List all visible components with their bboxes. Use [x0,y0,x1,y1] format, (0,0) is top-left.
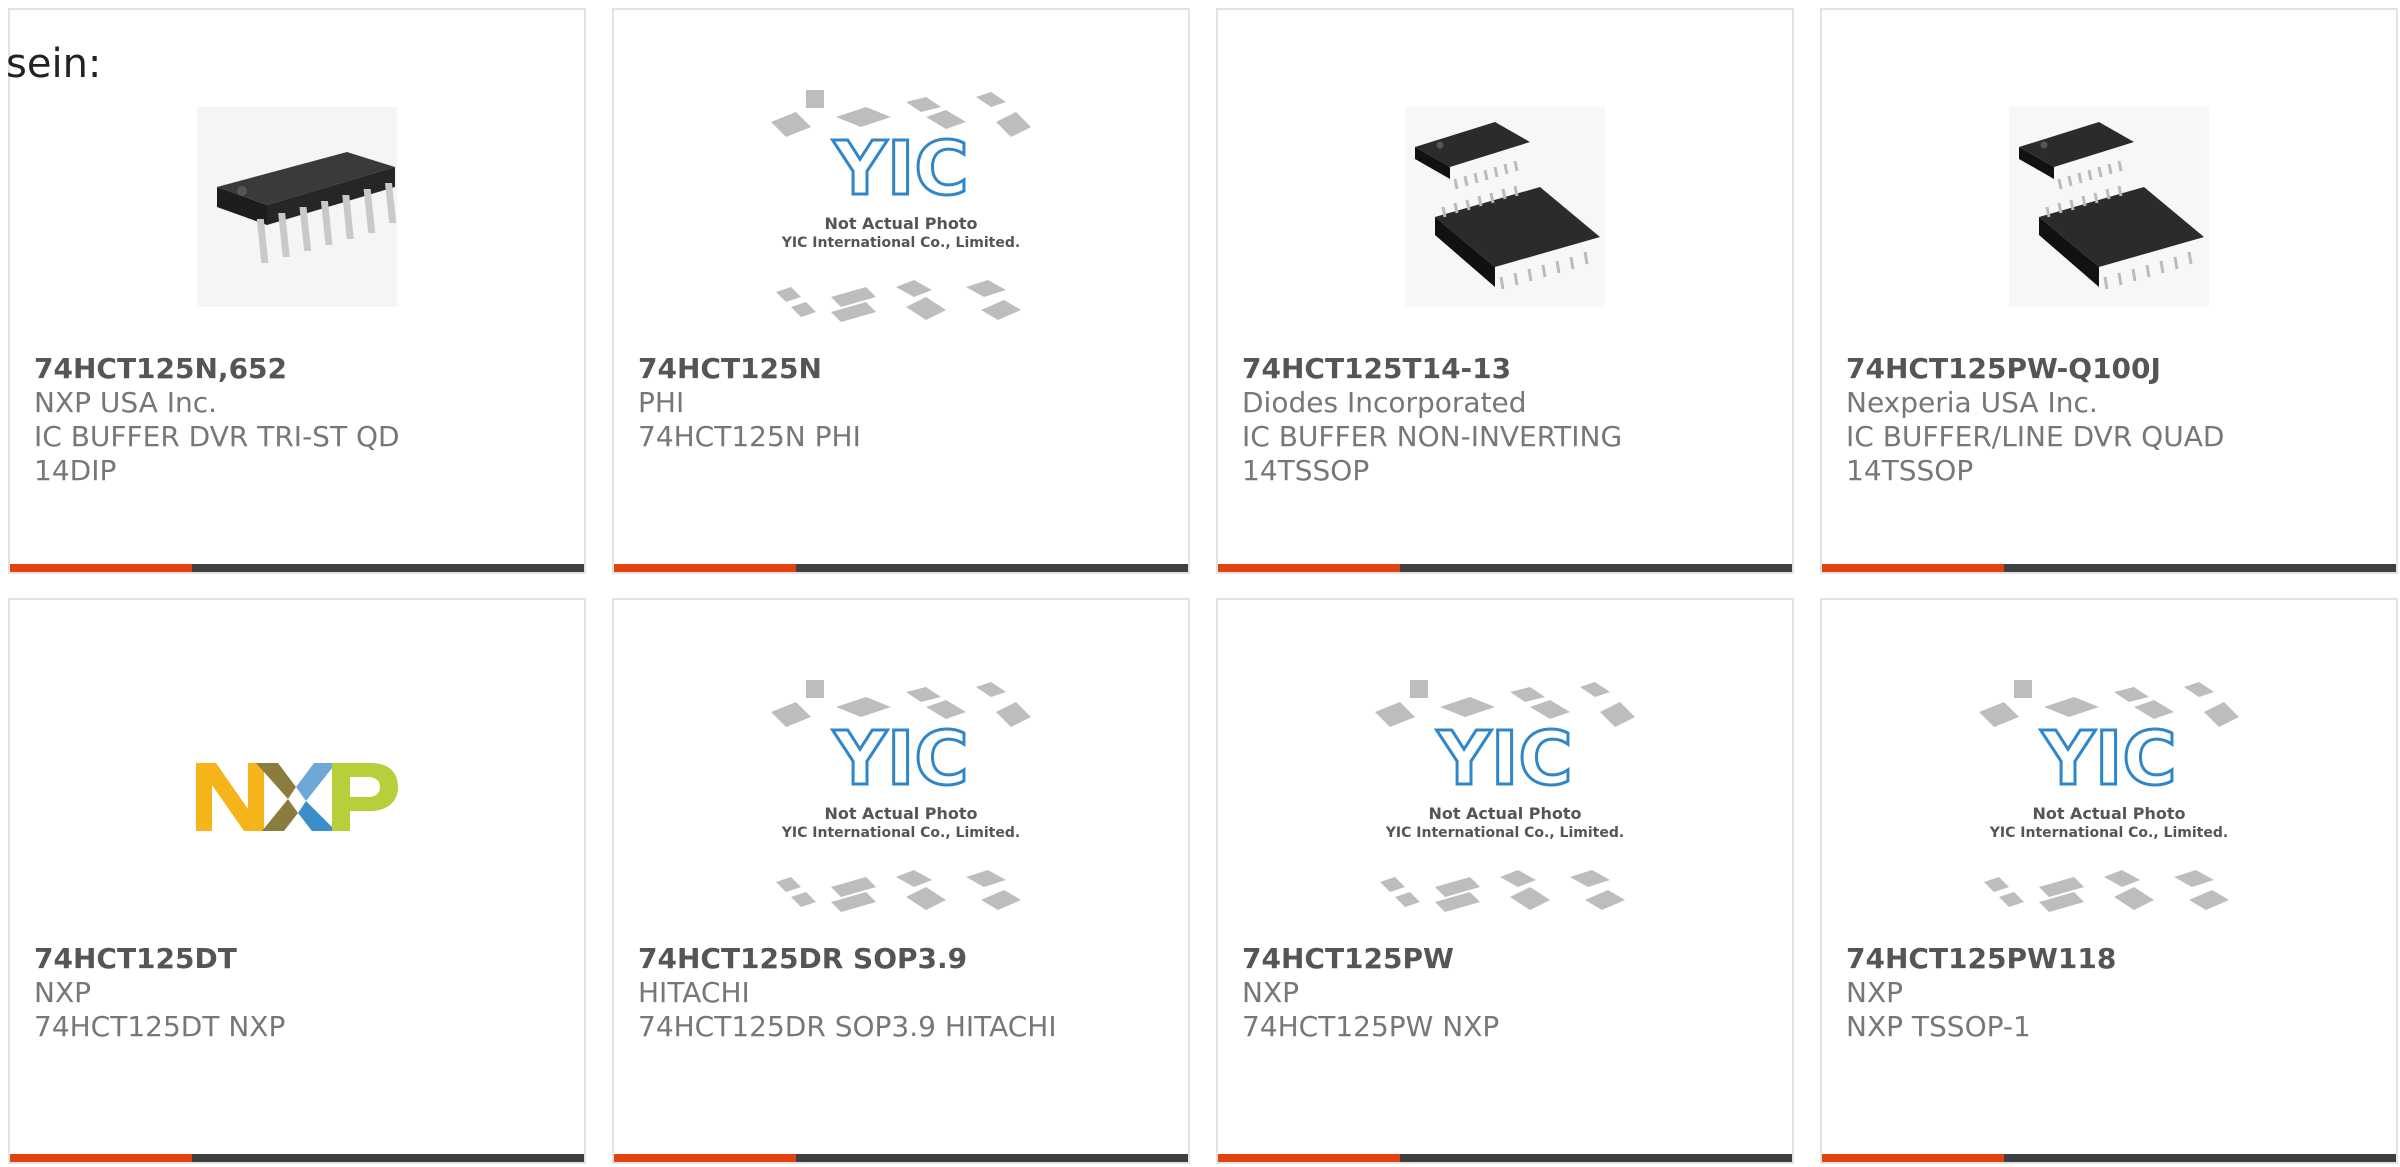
product-image[interactable] [1218,72,1792,342]
description-line: 74HCT125DT NXP [34,1010,286,1043]
product-grid: 74HCT125N,652 NXP USA Inc. IC BUFFER DVR… [0,0,2400,1167]
description-line: NXP TSSOP-1 [1846,1010,2031,1043]
product-image[interactable] [1822,72,2396,342]
card-bottom-bar [1822,1154,2396,1162]
card-accent [1218,564,1400,572]
card-accent [1822,1154,2004,1162]
tssop-chip-image [2009,107,2209,307]
card-bottom-bar [10,564,584,572]
description-line: IC BUFFER DVR TRI-ST QD [34,420,400,453]
description-line: 14TSSOP [1242,454,1370,487]
product-card[interactable]: YIC Not Actual Photo YIC International C… [612,8,1190,574]
description-line: 74HCT125N PHI [638,420,861,453]
part-number[interactable]: 74HCT125N,652 [34,352,564,386]
dip-chip-image [197,107,397,307]
svg-text:YIC International Co., Limited: YIC International Co., Limited. [1989,825,2228,841]
description-line: 14TSSOP [1846,454,1974,487]
svg-text:YIC: YIC [2040,716,2176,802]
description-line: 74HCT125PW NXP [1242,1010,1500,1043]
card-bottom-bar [1218,1154,1792,1162]
card-accent [1822,564,2004,572]
part-number[interactable]: 74HCT125DT [34,942,564,976]
part-number[interactable]: 74HCT125N [638,352,1168,386]
manufacturer: NXP [1242,976,1300,1009]
manufacturer: NXP [34,976,92,1009]
card-accent [10,564,192,572]
product-card[interactable]: 74HCT125DT NXP 74HCT125DT NXP [8,598,586,1164]
card-accent [614,564,796,572]
product-image[interactable]: YIC Not Actual Photo YIC International C… [614,662,1188,932]
card-accent [10,1154,192,1162]
svg-text:Not Actual Photo: Not Actual Photo [824,804,977,823]
svg-text:YIC International Co., Limited: YIC International Co., Limited. [1385,825,1624,841]
manufacturer: PHI [638,386,685,419]
svg-text:YIC International Co., Limited: YIC International Co., Limited. [781,825,1020,841]
product-image[interactable]: YIC Not Actual Photo YIC International C… [614,72,1188,342]
svg-text:Not Actual Photo: Not Actual Photo [824,214,977,233]
manufacturer: Diodes Incorporated [1242,386,1527,419]
part-number[interactable]: 74HCT125DR SOP3.9 [638,942,1168,976]
product-card[interactable]: YIC Not Actual Photo YIC International C… [1820,598,2398,1164]
nxp-logo [196,763,398,831]
part-number[interactable]: 74HCT125PW118 [1846,942,2376,976]
card-accent [614,1154,796,1162]
placeholder-image: YIC Not Actual Photo YIC International C… [771,680,1031,912]
card-accent [1218,1154,1400,1162]
svg-text:YIC: YIC [1436,716,1572,802]
description-line: 14DIP [34,454,117,487]
manufacturer: NXP [1846,976,1904,1009]
card-bottom-bar [10,1154,584,1162]
manufacturer: Nexperia USA Inc. [1846,386,2098,419]
manufacturer: NXP USA Inc. [34,386,218,419]
description-line: IC BUFFER/LINE DVR QUAD [1846,420,2225,453]
svg-text:Not Actual Photo: Not Actual Photo [2032,804,2185,823]
part-number[interactable]: 74HCT125T14-13 [1242,352,1772,386]
svg-text:YIC: YIC [832,126,968,212]
description-line: 74HCT125DR SOP3.9 HITACHI [638,1010,1057,1043]
product-card[interactable]: YIC Not Actual Photo YIC International C… [1216,598,1794,1164]
svg-text:YIC International Co., Limited: YIC International Co., Limited. [781,235,1020,251]
placeholder-image: YIC Not Actual Photo YIC International C… [1375,680,1635,912]
product-image[interactable] [10,72,584,342]
placeholder-image: YIC Not Actual Photo YIC International C… [1979,680,2239,912]
description-line: IC BUFFER NON-INVERTING [1242,420,1623,453]
intro-text: sein: [6,41,102,87]
part-number[interactable]: 74HCT125PW-Q100J [1846,352,2376,386]
card-bottom-bar [614,564,1188,572]
card-bottom-bar [1822,564,2396,572]
part-number[interactable]: 74HCT125PW [1242,942,1772,976]
svg-text:YIC: YIC [832,716,968,802]
product-image[interactable] [10,662,584,932]
card-bottom-bar [1218,564,1792,572]
placeholder-image: YIC Not Actual Photo YIC International C… [771,90,1031,322]
tssop-chip-image [1405,107,1605,307]
product-image[interactable]: YIC Not Actual Photo YIC International C… [1218,662,1792,932]
product-image[interactable]: YIC Not Actual Photo YIC International C… [1822,662,2396,932]
svg-text:Not Actual Photo: Not Actual Photo [1428,804,1581,823]
product-card[interactable]: 74HCT125T14-13 Diodes Incorporated IC BU… [1216,8,1794,574]
manufacturer: HITACHI [638,976,750,1009]
product-card[interactable]: 74HCT125N,652 NXP USA Inc. IC BUFFER DVR… [8,8,586,574]
card-bottom-bar [614,1154,1188,1162]
product-card[interactable]: 74HCT125PW-Q100J Nexperia USA Inc. IC BU… [1820,8,2398,574]
product-card[interactable]: YIC Not Actual Photo YIC International C… [612,598,1190,1164]
